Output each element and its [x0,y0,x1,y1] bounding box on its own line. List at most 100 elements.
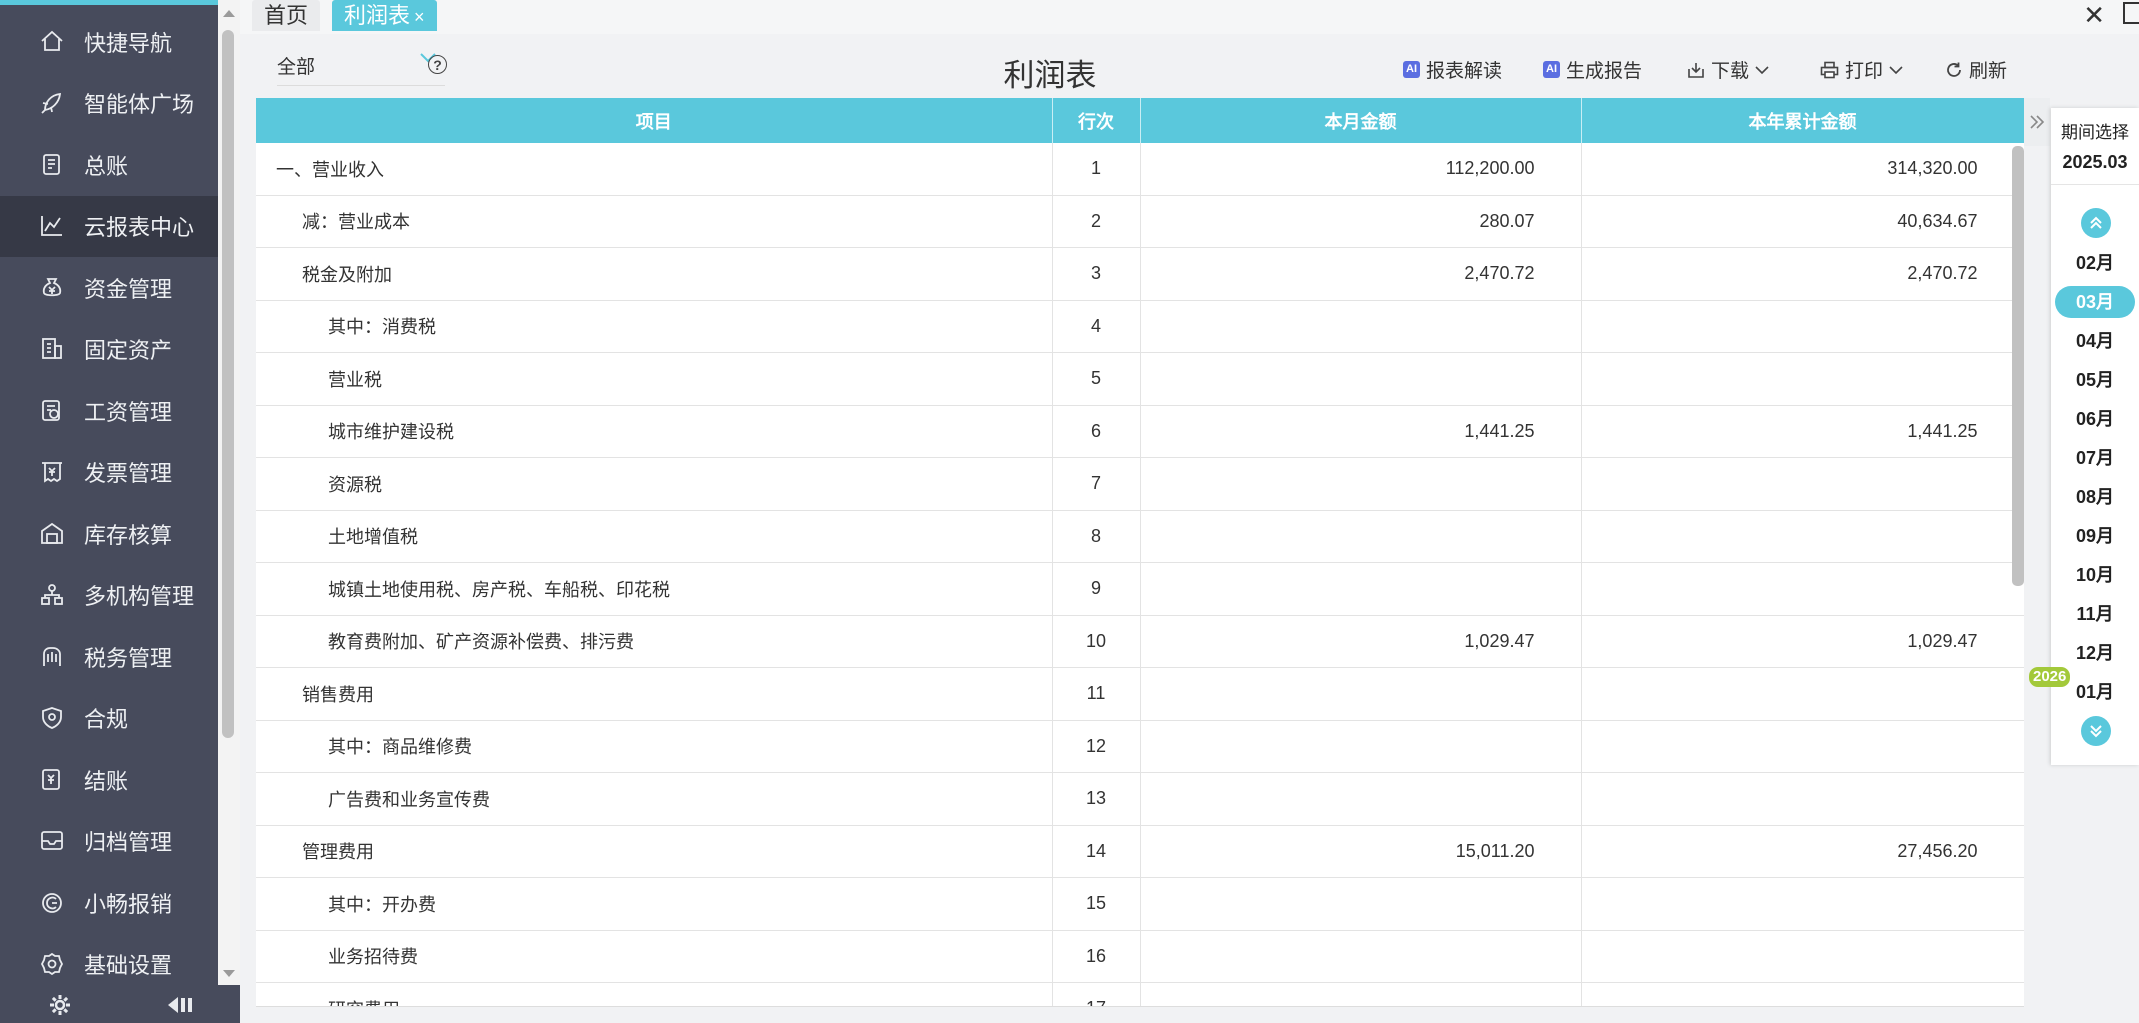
table-row[interactable]: 其中：开办费 15 [256,877,2024,931]
ytd-amount-cell[interactable] [1581,772,2024,826]
month-amount-cell[interactable] [1140,772,1582,826]
table-row[interactable]: 业务招待费 16 [256,930,2024,983]
month-amount-cell[interactable] [1140,457,1582,511]
table-row[interactable]: 其中：消费税 4 [256,300,2024,353]
maximize-window-icon[interactable] [2123,2,2139,24]
scroll-down-arrow-icon[interactable] [223,970,235,977]
ytd-amount-cell[interactable]: 314,320.00 [1581,143,2024,196]
sidebar-item[interactable]: 快捷导航 [0,11,218,73]
table-row[interactable]: 一、营业收入 1 112,200.00 314,320.00 [256,143,2024,196]
sidebar-item[interactable]: 工资管理 [0,380,218,442]
ytd-amount-cell[interactable]: 1,441.25 [1581,405,2024,458]
sidebar-item[interactable]: 多机构管理 [0,565,218,627]
sidebar-item[interactable]: 总账 [0,134,218,196]
generate-report-button[interactable]: AI 生成报告 [1543,56,1642,83]
sidebar-item[interactable]: 小畅报销 [0,872,218,934]
invoice-icon [38,458,66,486]
ytd-amount-cell[interactable] [1581,720,2024,773]
tab-home[interactable]: 首页 [252,0,321,31]
ytd-amount-cell[interactable] [1581,982,2024,1006]
sidebar-scrollbar[interactable] [218,0,240,985]
table-row[interactable]: 城市维护建设税 6 1,441.25 1,441.25 [256,405,2024,458]
salary-icon [38,397,66,425]
ytd-amount-cell[interactable]: 27,456.20 [1581,825,2024,878]
download-button[interactable]: 下载 [1687,56,1775,83]
ytd-amount-cell[interactable] [1581,930,2024,983]
table-row[interactable]: 减：营业成本 2 280.07 40,634.67 [256,195,2024,248]
month-option[interactable]: 06月 [2055,403,2135,435]
print-button[interactable]: 打印 [1820,56,1909,83]
ytd-amount-cell[interactable]: 40,634.67 [1581,195,2024,248]
ytd-amount-cell[interactable] [1581,457,2024,511]
month-option[interactable]: 02月 [2055,247,2135,279]
ytd-amount-cell[interactable] [1581,510,2024,563]
month-amount-cell[interactable] [1140,510,1582,563]
sidebar-item[interactable]: 智能体广场 [0,73,218,135]
table-row[interactable]: 土地增值税 8 [256,510,2024,563]
month-amount-cell[interactable]: 280.07 [1140,195,1582,248]
month-amount-cell[interactable] [1140,720,1582,773]
sidebar-item[interactable]: 结账 [0,749,218,811]
sidebar-accent-line [0,0,218,5]
refresh-button[interactable]: 刷新 [1945,56,2007,83]
month-option[interactable]: 10月 [2055,559,2135,591]
ytd-amount-cell[interactable]: 2,470.72 [1581,247,2024,301]
month-amount-cell[interactable] [1140,877,1582,931]
month-option[interactable]: 05月 [2055,364,2135,396]
scroll-up-button[interactable] [2081,208,2111,238]
collapse-sidebar-icon[interactable] [164,995,196,1020]
ytd-amount-cell[interactable] [1581,352,2024,406]
month-option[interactable]: 11月 [2055,598,2135,630]
table-row[interactable]: 其中：商品维修费 12 [256,720,2024,773]
month-amount-cell[interactable]: 112,200.00 [1140,143,1582,196]
sidebar-item[interactable]: 发票管理 [0,442,218,504]
month-amount-cell[interactable] [1140,562,1582,616]
close-window-icon[interactable]: ✕ [2083,0,2105,31]
table-scroll-thumb[interactable] [2012,146,2024,586]
ytd-amount-cell[interactable] [1581,562,2024,616]
table-row[interactable]: 城镇土地使用税、房产税、车船税、印花税 9 [256,562,2024,616]
scroll-up-arrow-icon[interactable] [223,10,235,17]
month-option[interactable]: 03月 [2055,286,2135,318]
expand-panel-toggle[interactable] [2024,98,2050,146]
month-amount-cell[interactable]: 15,011.20 [1140,825,1582,878]
sidebar-item[interactable]: 库存核算 [0,503,218,565]
table-row[interactable]: 销售费用 11 [256,667,2024,721]
month-amount-cell[interactable] [1140,930,1582,983]
ytd-amount-cell[interactable] [1581,300,2024,353]
ytd-amount-cell[interactable] [1581,667,2024,721]
sidebar-item[interactable]: 归档管理 [0,811,218,873]
gear-icon[interactable] [48,993,72,1022]
month-amount-cell[interactable]: 1,441.25 [1140,405,1582,458]
ytd-amount-cell[interactable] [1581,877,2024,931]
ai-interpret-button[interactable]: AI 报表解读 [1403,56,1502,83]
table-row[interactable]: 资源税 7 [256,457,2024,511]
month-option[interactable]: 12月 [2055,637,2135,669]
month-amount-cell[interactable] [1140,667,1582,721]
month-amount-cell[interactable]: 1,029.47 [1140,615,1582,668]
table-row[interactable]: 研究费用17 [256,982,2024,1006]
sidebar-item[interactable]: 固定资产 [0,319,218,381]
sidebar-item[interactable]: 合规 [0,688,218,750]
sidebar-item[interactable]: 资金管理 [0,257,218,319]
month-option[interactable]: 08月 [2055,481,2135,513]
month-amount-cell[interactable] [1140,982,1582,1006]
month-amount-cell[interactable] [1140,352,1582,406]
month-amount-cell[interactable] [1140,300,1582,353]
table-row[interactable]: 教育费附加、矿产资源补偿费、排污费 10 1,029.47 1,029.47 [256,615,2024,668]
sidebar-item[interactable]: 税务管理 [0,626,218,688]
month-option[interactable]: 04月 [2055,325,2135,357]
sidebar-item[interactable]: 云报表中心 [0,195,218,257]
table-row[interactable]: 管理费用 14 15,011.20 27,456.20 [256,825,2024,878]
tab-profit-statement[interactable]: 利润表 × [332,0,437,31]
table-row[interactable]: 税金及附加 3 2,470.72 2,470.72 [256,247,2024,301]
month-option[interactable]: 07月 [2055,442,2135,474]
table-row[interactable]: 广告费和业务宣传费 13 [256,772,2024,826]
ytd-amount-cell[interactable]: 1,029.47 [1581,615,2024,668]
table-row[interactable]: 营业税 5 [256,352,2024,406]
month-option[interactable]: 09月 [2055,520,2135,552]
sidebar-scroll-thumb[interactable] [222,30,234,738]
month-amount-cell[interactable]: 2,470.72 [1140,247,1582,301]
close-tab-icon[interactable]: × [414,7,425,27]
scroll-down-button[interactable] [2081,716,2111,746]
